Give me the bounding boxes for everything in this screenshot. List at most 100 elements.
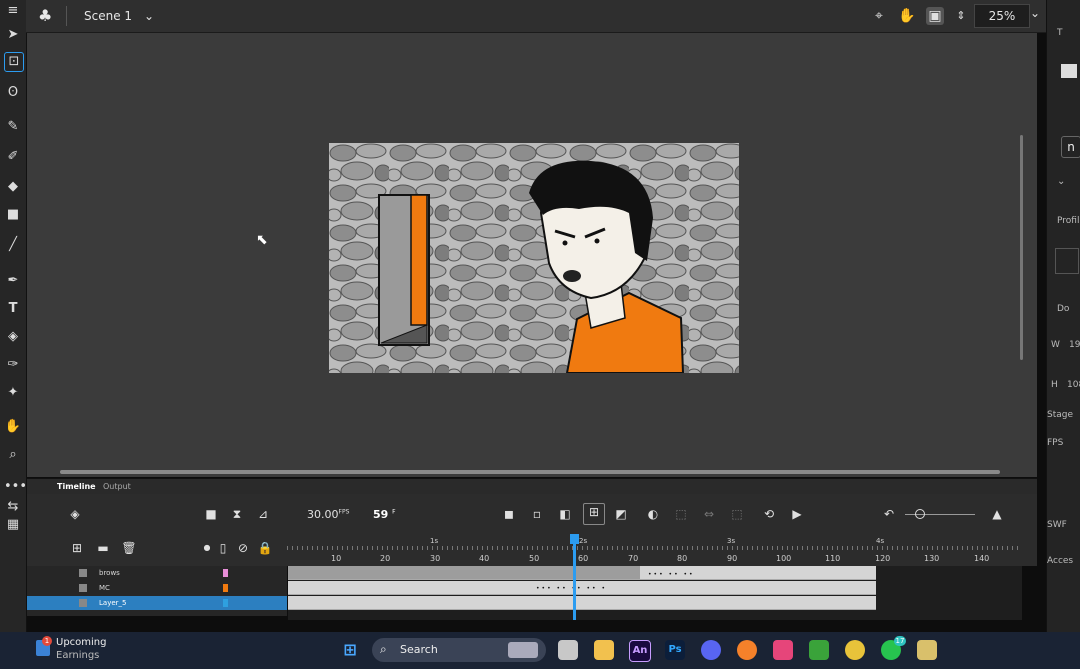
first-frame-icon[interactable]: ◼ [501, 506, 517, 522]
taskbar-search[interactable]: ⌕ Search [372, 638, 546, 662]
frame-span[interactable] [288, 596, 876, 610]
width-value[interactable]: 19 [1069, 340, 1080, 350]
mountains-zoom-icon[interactable]: ▲ [989, 506, 1005, 522]
frame-grid[interactable]: ••• •• •• ••• •• •• •• • [288, 566, 1022, 620]
layer-color-swatch[interactable] [223, 599, 228, 607]
paint-bucket-tool-icon[interactable]: ◈ [4, 328, 22, 346]
layer-name[interactable]: brows [99, 566, 120, 580]
delete-layer-icon[interactable]: 🗑 [121, 540, 137, 556]
height-value[interactable]: 108 [1067, 380, 1080, 390]
stage-canvas[interactable] [329, 143, 739, 373]
fps-value[interactable]: 30.00 [307, 508, 339, 521]
stepper-icon[interactable]: ⇕ [952, 7, 970, 25]
paint-brush-tool-icon[interactable]: ✎ [4, 118, 22, 136]
selection-tool-icon[interactable]: ➤ [4, 26, 22, 44]
swf-section-label[interactable]: SWF [1047, 520, 1067, 530]
stop-icon[interactable]: ◧ [557, 506, 573, 522]
profile-select[interactable] [1055, 248, 1079, 274]
rotate-hand-icon[interactable]: ✋ [898, 7, 916, 25]
text-tool-icon[interactable]: T [4, 300, 22, 318]
pen-tool-icon[interactable]: ✒ [4, 272, 22, 290]
file-explorer-icon[interactable] [594, 640, 614, 660]
camera-icon[interactable]: ■ [203, 506, 219, 522]
zoom-dropdown-icon[interactable]: ⌄ [1030, 6, 1046, 24]
task-view-icon[interactable] [558, 640, 578, 660]
current-frame-value[interactable]: 59 [373, 508, 388, 521]
classic-tween-icon[interactable]: ⬚ [729, 506, 745, 522]
graph-icon[interactable]: ⊿ [255, 506, 271, 522]
chrome-icon[interactable] [845, 640, 865, 660]
brush-tool-icon[interactable]: ✐ [4, 148, 22, 166]
center-stage-icon[interactable]: ⌖ [870, 7, 888, 25]
stage-vertical-scrollbar[interactable] [1020, 135, 1023, 360]
prev-frame-icon[interactable]: ▫ [529, 506, 545, 522]
obs-icon[interactable] [737, 640, 757, 660]
accessibility-section-label[interactable]: Acces [1047, 556, 1073, 566]
insert-blank-keyframe-icon[interactable]: ◩ [613, 506, 629, 522]
instagram-icon[interactable] [773, 640, 793, 660]
tween-icon[interactable]: ⇔ [701, 506, 717, 522]
undo-icon[interactable]: ↶ [881, 506, 897, 522]
hand-tool-icon[interactable]: ✋ [4, 418, 22, 436]
zoom-slider-handle[interactable] [915, 509, 925, 519]
eraser-tool-icon[interactable]: ◆ [4, 178, 22, 196]
panel-tab-icon[interactable]: n [1061, 136, 1080, 158]
keyframe-markers[interactable]: ••• •• •• •• • [536, 585, 607, 592]
visibility-icon[interactable]: ⊘ [235, 540, 251, 556]
package-app-icon[interactable] [917, 640, 937, 660]
new-folder-icon[interactable]: ▬ [95, 540, 111, 556]
new-layer-icon[interactable]: ⊞ [69, 540, 85, 556]
panel-icon-box[interactable] [1061, 64, 1077, 78]
rectangle-tool-icon[interactable]: ■ [4, 206, 22, 224]
news-widget-title[interactable]: Upcoming [56, 637, 107, 648]
discord-icon[interactable] [701, 640, 721, 660]
zoom-tool-icon[interactable]: ⌕ [4, 446, 22, 464]
layer-color-swatch[interactable] [223, 584, 228, 592]
fill-stroke-swatch-icon[interactable]: ▦ [4, 516, 22, 534]
layer-name[interactable]: MC [99, 581, 110, 595]
tab-output[interactable]: Output [103, 482, 131, 491]
loop-icon[interactable]: ⟲ [761, 506, 777, 522]
parenting-icon[interactable]: ⧗ [229, 506, 245, 522]
scene-name[interactable]: Scene 1 [84, 9, 132, 23]
pin-tool-icon[interactable]: ✦ [4, 384, 22, 402]
photoshop-app-icon[interactable]: Ps [665, 640, 685, 660]
play-icon[interactable]: ▶ [789, 506, 805, 522]
zoom-input[interactable]: 25% [974, 4, 1030, 28]
layer-name[interactable]: Layer_5 [99, 596, 126, 610]
news-widget-subtitle[interactable]: Earnings [56, 650, 99, 661]
layer-row[interactable]: MC [27, 581, 287, 595]
doc-section-label[interactable]: Do [1057, 304, 1069, 314]
line-tool-icon[interactable]: ╱ [4, 236, 22, 254]
stage-horizontal-scrollbar[interactable] [60, 470, 1000, 474]
lock-icon[interactable]: 🔒 [257, 540, 273, 556]
xbox-icon[interactable] [809, 640, 829, 660]
height-label: H [1051, 380, 1058, 390]
eyedropper-tool-icon[interactable]: ✑ [4, 356, 22, 374]
layers-icon[interactable]: ◈ [67, 506, 83, 522]
layer-list: brows MC Layer_5 [27, 566, 287, 616]
free-transform-tool-icon[interactable]: ⊡ [4, 52, 24, 72]
scene-clubs-icon[interactable]: ♣ [38, 8, 54, 24]
lasso-tool-icon[interactable]: ʘ [4, 84, 22, 102]
playhead[interactable] [573, 534, 576, 620]
clip-stage-icon[interactable]: ▣ [926, 7, 944, 25]
animate-app-icon[interactable]: An [629, 640, 651, 662]
onion-skin-icon[interactable]: ◐ [645, 506, 661, 522]
insert-keyframe-icon[interactable]: ⊞ [583, 503, 605, 525]
menu-icon[interactable]: ≡ [4, 2, 22, 20]
more-tools-icon[interactable]: ••• [4, 478, 27, 496]
keyframe-markers[interactable]: ••• •• •• [648, 571, 695, 578]
outline-icon[interactable]: ▯ [215, 540, 231, 556]
tab-timeline[interactable]: Timeline [57, 482, 96, 491]
layer-row[interactable]: brows [27, 566, 287, 580]
windows-start-icon[interactable]: ⊞ [340, 640, 360, 660]
chevron-down-icon[interactable]: ⌄ [144, 9, 154, 23]
width-label: W [1051, 340, 1060, 350]
show-dot-icon[interactable]: ● [199, 540, 215, 556]
swap-colors-icon[interactable]: ⇆ [4, 498, 22, 516]
chevron-down-icon[interactable]: ⌄ [1057, 176, 1065, 187]
layer-row-selected[interactable]: Layer_5 [27, 596, 287, 610]
edit-multiple-frames-icon[interactable]: ⬚ [673, 506, 689, 522]
layer-color-swatch[interactable] [223, 569, 228, 577]
